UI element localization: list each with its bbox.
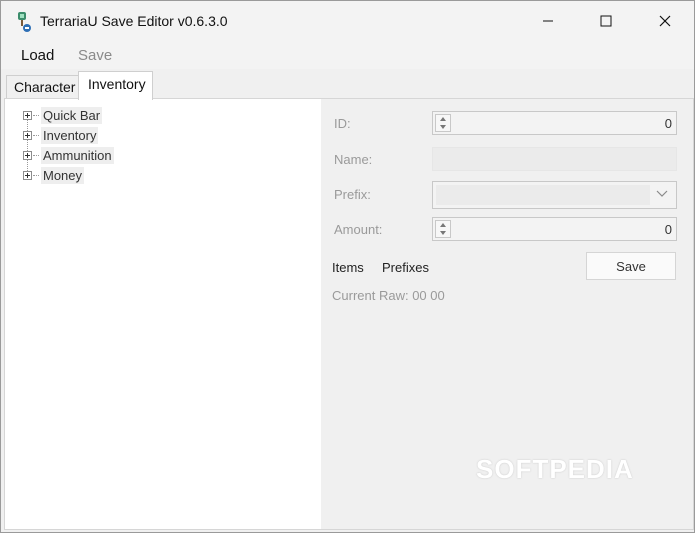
tree-item-label: Ammunition	[41, 146, 114, 164]
tree-item-label: Quick Bar	[41, 106, 103, 124]
app-window: TerrariaU Save Editor v0.6.3.0 Load Save…	[0, 0, 695, 533]
expand-icon[interactable]	[23, 150, 32, 160]
close-icon	[659, 15, 671, 27]
arrow-down-icon[interactable]	[440, 231, 446, 235]
inventory-tree[interactable]: Quick Bar Inventory Ammunition Money	[10, 103, 320, 527]
prefix-label: Prefix:	[334, 187, 371, 202]
minimize-icon	[543, 20, 553, 22]
stepper-buttons[interactable]	[435, 220, 451, 238]
tab-inventory[interactable]: Inventory	[78, 71, 153, 100]
expand-icon[interactable]	[23, 170, 32, 180]
minimize-button[interactable]	[519, 1, 577, 41]
id-stepper[interactable]: 0	[432, 111, 677, 135]
name-label: Name:	[334, 152, 373, 167]
stepper-buttons[interactable]	[435, 114, 451, 132]
expand-icon[interactable]	[23, 130, 32, 140]
window-title: TerrariaU Save Editor v0.6.3.0	[40, 13, 228, 29]
prefixes-link[interactable]: Prefixes	[382, 260, 429, 275]
id-value: 0	[664, 116, 672, 131]
prefix-dropdown[interactable]	[432, 181, 677, 209]
chevron-down-icon	[656, 190, 668, 197]
maximize-button[interactable]	[577, 1, 635, 41]
tree-item-inventory[interactable]: Inventory	[23, 126, 99, 144]
tree-item-money[interactable]: Money	[23, 166, 85, 184]
expand-icon[interactable]	[23, 110, 32, 120]
name-field[interactable]	[432, 147, 677, 171]
menu-bar: Load Save	[1, 41, 694, 69]
amount-stepper[interactable]: 0	[432, 217, 677, 241]
title-bar[interactable]: TerrariaU Save Editor v0.6.3.0	[1, 1, 694, 41]
tree-item-ammunition[interactable]: Ammunition	[23, 146, 114, 164]
items-link[interactable]: Items	[332, 260, 364, 275]
tab-character[interactable]: Character	[6, 75, 79, 99]
close-button[interactable]	[636, 1, 694, 41]
arrow-up-icon[interactable]	[440, 117, 446, 121]
amount-label: Amount:	[334, 222, 383, 237]
id-label: ID:	[334, 116, 351, 131]
softpedia-watermark: SOFTPEDIA	[476, 454, 634, 484]
inventory-tab-panel: Quick Bar Inventory Ammunition Money ID:	[4, 98, 694, 530]
menu-load[interactable]: Load	[21, 47, 54, 64]
tree-item-quick-bar[interactable]: Quick Bar	[23, 106, 103, 124]
arrow-down-icon[interactable]	[440, 125, 446, 129]
item-details-panel: ID: 0 Name: Prefix: Amount: 0 Items Pref…	[321, 99, 693, 529]
tab-strip: Character Inventory	[1, 69, 694, 100]
menu-save[interactable]: Save	[78, 47, 112, 64]
current-raw-text: Current Raw: 00 00	[332, 288, 445, 303]
save-button[interactable]: Save	[586, 252, 676, 280]
maximize-icon	[600, 15, 612, 27]
tree-item-label: Money	[41, 166, 85, 184]
arrow-up-icon[interactable]	[440, 223, 446, 227]
amount-value: 0	[664, 222, 672, 237]
tree-item-label: Inventory	[41, 126, 99, 144]
app-icon	[15, 11, 33, 33]
